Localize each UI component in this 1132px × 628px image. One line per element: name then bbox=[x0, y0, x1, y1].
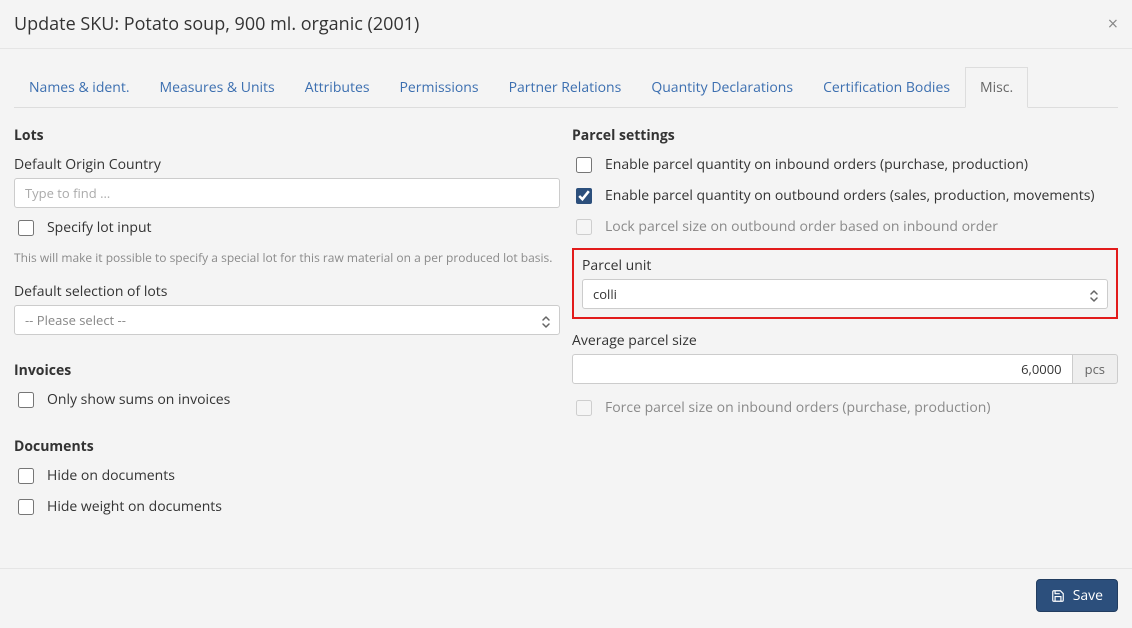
hide-weight-checkbox[interactable] bbox=[18, 499, 34, 515]
specify-lot-help: This will make it possible to specify a … bbox=[14, 249, 560, 266]
hide-on-docs-checkbox[interactable] bbox=[18, 468, 34, 484]
hide-on-docs-label: Hide on documents bbox=[47, 466, 175, 486]
enable-parcel-outbound-label: Enable parcel quantity on outbound order… bbox=[605, 186, 1095, 206]
specify-lot-checkbox[interactable] bbox=[18, 220, 34, 236]
enable-parcel-outbound-checkbox[interactable] bbox=[576, 188, 592, 204]
tab-names-ident[interactable]: Names & ident. bbox=[14, 67, 145, 108]
chevron-updown-icon bbox=[541, 311, 551, 339]
parcel-unit-highlight: Parcel unit colli bbox=[572, 248, 1118, 319]
parcel-settings-heading: Parcel settings bbox=[572, 126, 1118, 145]
save-button[interactable]: Save bbox=[1036, 579, 1118, 612]
only-sums-label: Only show sums on invoices bbox=[47, 390, 230, 410]
default-selection-select[interactable]: -- Please select -- bbox=[14, 305, 560, 335]
enable-parcel-inbound-label: Enable parcel quantity on inbound orders… bbox=[605, 155, 1028, 175]
only-sums-checkbox[interactable] bbox=[18, 392, 34, 408]
parcel-unit-label: Parcel unit bbox=[582, 256, 1108, 275]
default-origin-label: Default Origin Country bbox=[14, 155, 560, 174]
default-selection-label: Default selection of lots bbox=[14, 282, 560, 301]
chevron-updown-icon bbox=[1089, 285, 1099, 313]
hide-weight-label: Hide weight on documents bbox=[47, 497, 222, 517]
page-title: Update SKU: Potato soup, 900 ml. organic… bbox=[14, 12, 419, 36]
avg-parcel-size-input[interactable] bbox=[572, 354, 1073, 384]
lock-parcel-size-checkbox bbox=[576, 219, 592, 235]
default-selection-value: -- Please select -- bbox=[25, 311, 126, 329]
tab-attributes[interactable]: Attributes bbox=[290, 67, 385, 108]
tab-misc[interactable]: Misc. bbox=[965, 67, 1028, 108]
tab-quantity-declarations[interactable]: Quantity Declarations bbox=[636, 67, 808, 108]
specify-lot-label: Specify lot input bbox=[47, 218, 152, 238]
force-parcel-size-checkbox bbox=[576, 400, 592, 416]
parcel-unit-value: colli bbox=[593, 285, 617, 303]
avg-parcel-size-label: Average parcel size bbox=[572, 331, 1118, 350]
close-icon[interactable]: × bbox=[1108, 15, 1118, 33]
documents-heading: Documents bbox=[14, 437, 560, 456]
tab-bar: Names & ident. Measures & Units Attribut… bbox=[14, 67, 1118, 108]
save-button-label: Save bbox=[1073, 586, 1103, 605]
tab-permissions[interactable]: Permissions bbox=[385, 67, 494, 108]
tab-certification-bodies[interactable]: Certification Bodies bbox=[808, 67, 965, 108]
lock-parcel-size-label: Lock parcel size on outbound order based… bbox=[605, 217, 998, 237]
parcel-unit-select[interactable]: colli bbox=[582, 279, 1108, 309]
save-icon bbox=[1051, 589, 1065, 603]
default-origin-input[interactable] bbox=[14, 178, 560, 208]
tab-partner-relations[interactable]: Partner Relations bbox=[494, 67, 637, 108]
enable-parcel-inbound-checkbox[interactable] bbox=[576, 157, 592, 173]
lots-heading: Lots bbox=[14, 126, 560, 145]
avg-parcel-size-unit: pcs bbox=[1073, 354, 1118, 384]
tab-measures-units[interactable]: Measures & Units bbox=[145, 67, 290, 108]
invoices-heading: Invoices bbox=[14, 361, 560, 380]
force-parcel-size-label: Force parcel size on inbound orders (pur… bbox=[605, 398, 990, 418]
